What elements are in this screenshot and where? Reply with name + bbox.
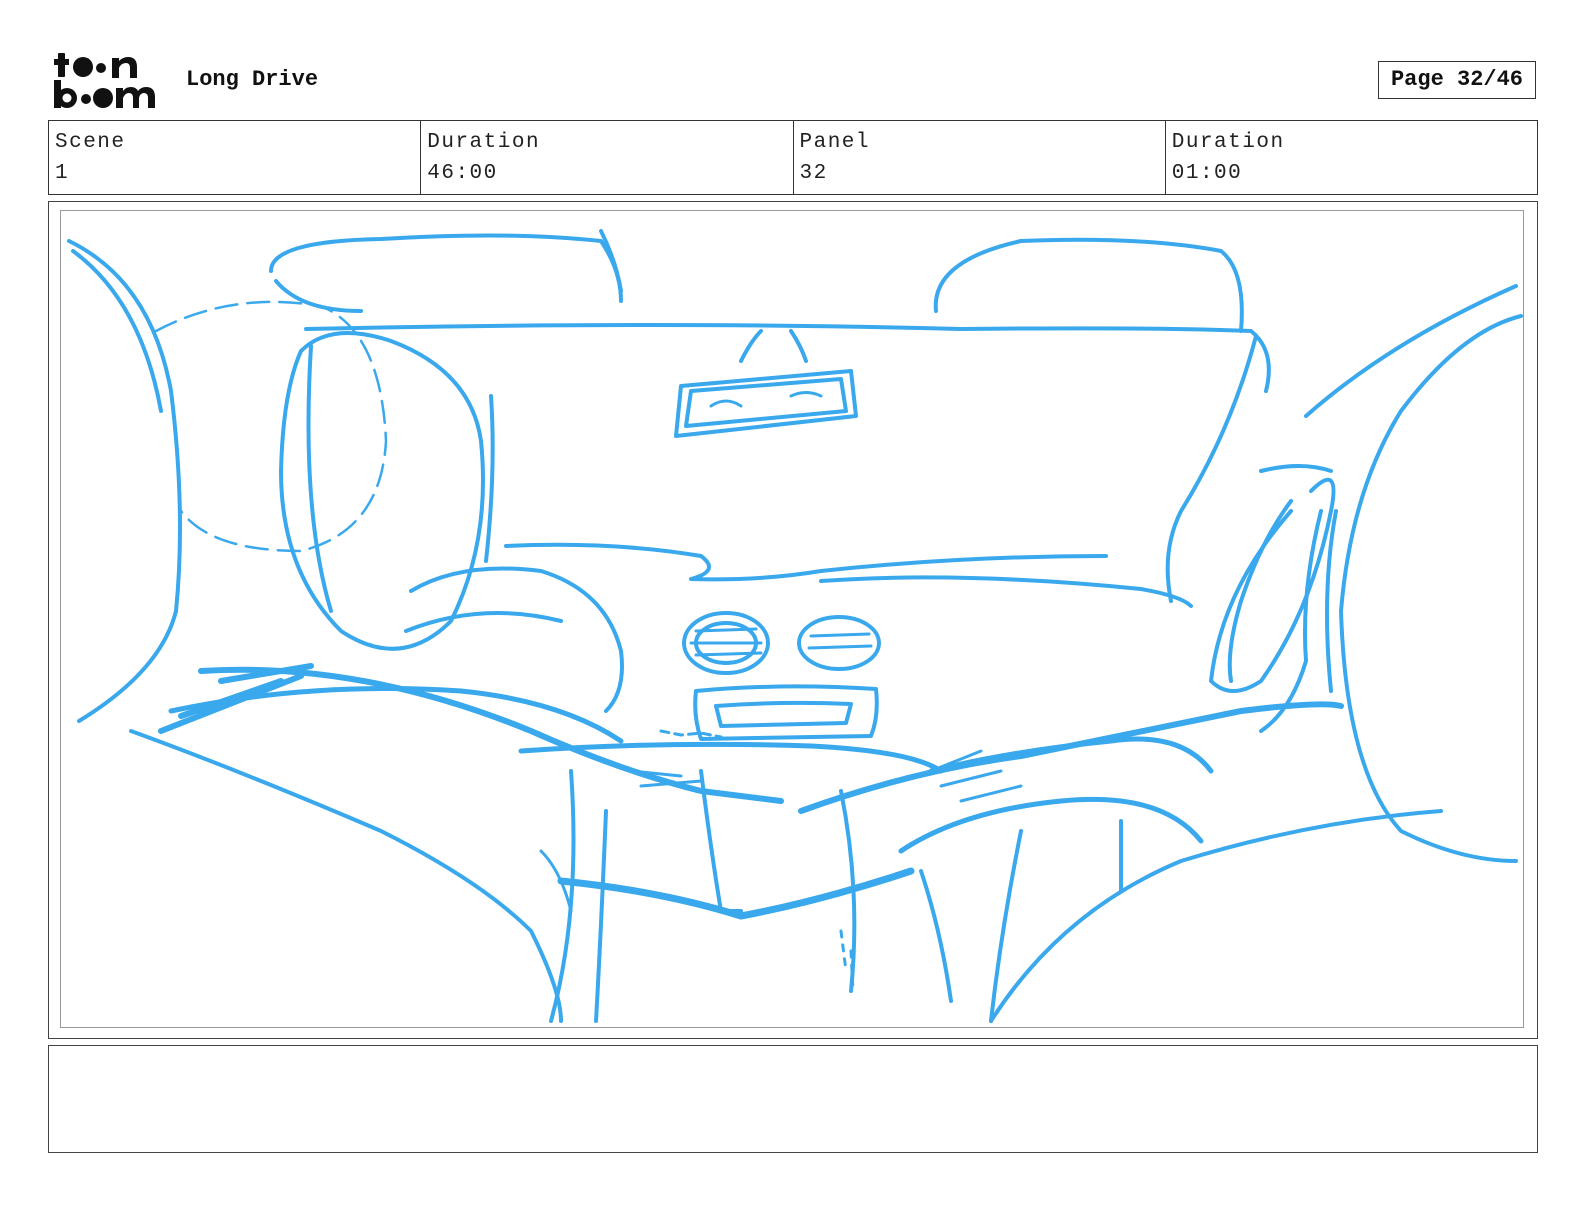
scene-cell: Scene 1 — [49, 121, 422, 194]
storyboard-panel — [60, 210, 1524, 1028]
panel-value: 32 — [799, 162, 828, 185]
left-pillar-sketch — [67, 239, 182, 723]
car-interior-sketch — [67, 229, 1523, 1023]
right-seat-sketch — [798, 701, 1344, 814]
panel-duration-value: 01:00 — [1171, 162, 1243, 185]
panel-info-table: Scene 1 Duration 46:00 Panel 32 Duration… — [48, 120, 1538, 195]
right-vent-sketch — [797, 615, 881, 671]
windshield-sketch — [304, 323, 1271, 393]
right-sun-visor-sketch — [933, 237, 1244, 333]
center-console-sketch — [518, 741, 944, 774]
panel-notes-box[interactable] — [48, 1045, 1538, 1153]
panel-duration-label: Duration — [1171, 131, 1285, 154]
storyboard-panel-frame — [48, 201, 1538, 1039]
page-number-badge: Page 32/46 — [1378, 61, 1536, 99]
scene-duration-label: Duration — [427, 131, 541, 154]
scene-duration-cell: Duration 46:00 — [421, 121, 794, 194]
scene-label: Scene — [55, 131, 126, 154]
panel-duration-cell: Duration 01:00 — [1166, 121, 1537, 194]
scene-value: 1 — [55, 162, 70, 185]
panel-label: Panel — [799, 131, 871, 154]
toonboom-logo — [54, 53, 155, 108]
dashboard-sketch — [504, 542, 1108, 582]
panel-cell: Panel 32 — [794, 121, 1166, 194]
side-mirror-sketch — [154, 300, 388, 553]
project-title: Long Drive — [186, 67, 319, 92]
left-sun-visor-sketch — [269, 233, 623, 303]
scene-duration-value: 46:00 — [427, 162, 498, 185]
